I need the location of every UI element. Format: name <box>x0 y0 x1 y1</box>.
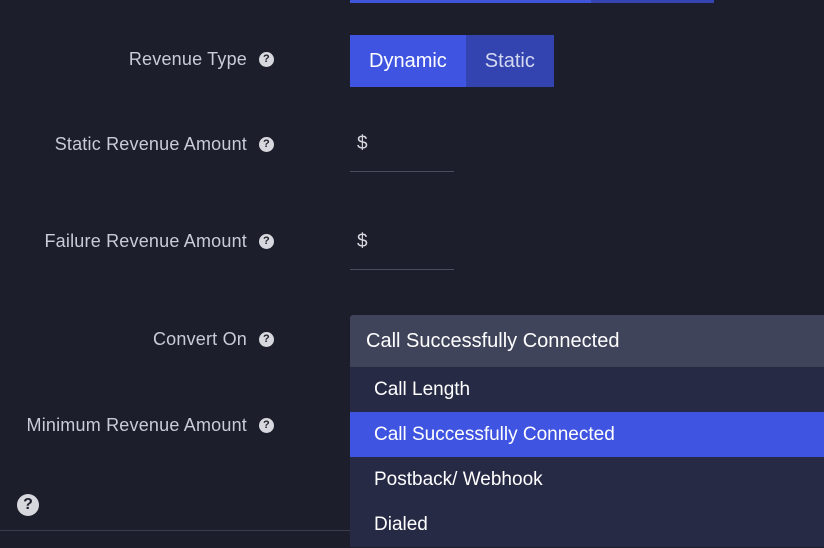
help-icon[interactable]: ? <box>259 137 274 152</box>
dropdown-option-call-length[interactable]: Call Length <box>350 367 824 412</box>
static-revenue-label: Static Revenue Amount ? <box>55 134 274 155</box>
top-toggle-bar-edge <box>350 0 714 3</box>
help-icon[interactable]: ? <box>259 52 274 67</box>
failure-revenue-label-text: Failure Revenue Amount <box>44 231 247 251</box>
revenue-type-label: Revenue Type ? <box>129 49 274 70</box>
revenue-type-toggle: Dynamic Static <box>350 35 554 87</box>
currency-symbol: $ <box>357 231 368 252</box>
top-toggle-bar-segment <box>591 0 714 3</box>
help-icon[interactable]: ? <box>259 418 274 433</box>
static-revenue-field: $ <box>350 120 454 172</box>
failure-revenue-field: $ <box>350 218 454 270</box>
convert-on-select[interactable]: Call Successfully Connected <box>350 315 824 367</box>
minimum-revenue-label-text: Minimum Revenue Amount <box>26 415 247 435</box>
revenue-type-static-button[interactable]: Static <box>465 35 554 87</box>
help-circle-icon[interactable]: ? <box>17 494 39 516</box>
revenue-type-dynamic-button[interactable]: Dynamic <box>350 35 466 87</box>
minimum-revenue-label: Minimum Revenue Amount ? <box>26 415 274 436</box>
static-revenue-label-text: Static Revenue Amount <box>54 134 247 154</box>
static-revenue-input[interactable] <box>376 128 452 164</box>
convert-on-dropdown-menu: Call Length Call Successfully Connected … <box>350 367 824 547</box>
help-icon[interactable]: ? <box>259 332 274 347</box>
convert-on-label-text: Convert On <box>152 329 247 349</box>
dropdown-option-call-successfully-connected[interactable]: Call Successfully Connected <box>350 412 824 457</box>
divider <box>0 530 350 531</box>
help-icon[interactable]: ? <box>259 234 274 249</box>
failure-revenue-label: Failure Revenue Amount ? <box>44 231 274 252</box>
convert-on-label: Convert On ? <box>153 329 274 350</box>
dropdown-option-postback-webhook[interactable]: Postback/ Webhook <box>350 457 824 502</box>
failure-revenue-input[interactable] <box>376 226 452 262</box>
dropdown-option-dialed[interactable]: Dialed <box>350 502 824 547</box>
currency-symbol: $ <box>357 133 368 154</box>
revenue-type-label-text: Revenue Type <box>128 49 247 69</box>
